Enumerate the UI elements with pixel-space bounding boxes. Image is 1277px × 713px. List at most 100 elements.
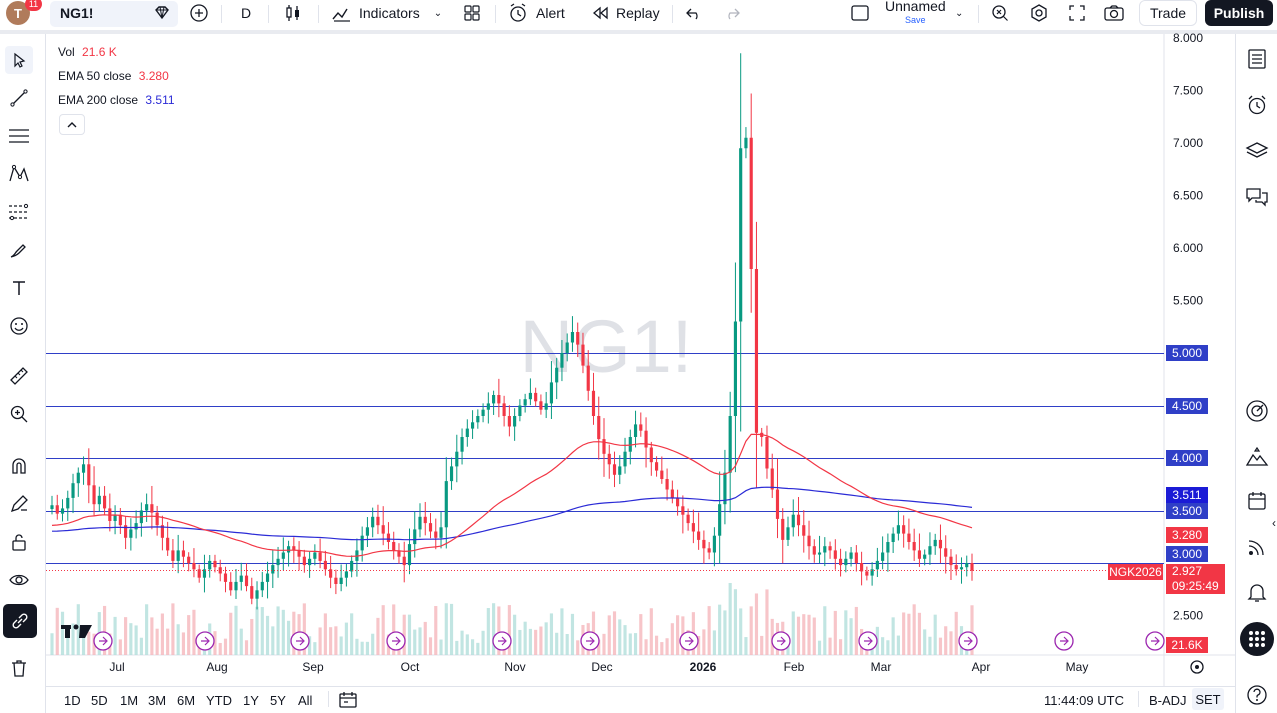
link-icon[interactable] [3,604,37,638]
time-axis-label: 2026 [690,660,717,674]
volume-bar [271,626,275,655]
candle-body [118,514,122,526]
zoom-in-icon[interactable] [5,400,33,428]
range-1m[interactable]: 1M [120,693,138,708]
magnet-icon[interactable] [5,452,33,480]
emoji-icon[interactable] [5,312,33,340]
help-icon[interactable] [1242,680,1272,710]
volume-bar [418,627,422,655]
candle-body [192,563,196,570]
clock-time[interactable]: 11:44:09 UTC [1044,693,1124,708]
cursor-icon[interactable] [5,46,33,74]
candle-body [171,550,175,561]
volume-bar [486,608,490,655]
range-6m[interactable]: 6M [177,693,195,708]
range-1y[interactable]: 1Y [243,693,259,708]
bar-countdown: 09:25:49 [1172,579,1219,593]
bottom-bar: 1D 5D 1M 3M 6M YTD 1Y 5Y All 11:44:09 UT… [46,686,1235,713]
watchlist-icon[interactable] [1242,44,1272,74]
volume-bar [539,626,543,655]
date-range-icon[interactable] [338,691,358,712]
trend-line-icon[interactable] [5,84,33,112]
volume-bar [365,641,370,655]
candle-body [402,556,406,566]
brush-icon[interactable] [5,236,33,264]
ruler-icon[interactable] [5,362,33,390]
candle-body [849,552,853,559]
candle-body [323,560,327,570]
volume-bar [350,613,354,655]
volume-bar [523,621,527,655]
candle-body [339,577,343,584]
candle-body [223,573,228,582]
candle-body [481,409,485,416]
candle-body [686,514,690,524]
candle-body [649,447,653,463]
range-5d[interactable]: 5D [91,693,108,708]
candle-body [865,571,869,576]
candle-body [654,462,659,471]
candle-body [938,539,943,549]
volume-bar [60,611,65,655]
bell-icon[interactable] [1242,577,1272,607]
volume-bar [155,628,159,655]
candle-body [786,527,790,540]
volume-bar [570,613,575,655]
target-icon[interactable] [1242,396,1272,426]
range-3m[interactable]: 3M [148,693,166,708]
volume-bar [618,619,622,655]
chart-area[interactable]: NG1! 8.000 7.500 7.000 6.500 6.000 5.500 2.500… [0,0,1235,686]
candle-body [944,548,948,557]
candle-body [528,392,532,400]
volume-bar [896,635,900,655]
candle-body [350,560,354,572]
volume-bar [607,615,611,655]
volume-bar [434,606,438,655]
range-all[interactable]: All [298,693,312,708]
candle-body [796,514,801,526]
pattern-icon[interactable] [5,160,33,188]
candle-body [497,395,501,404]
ema200-legend[interactable]: EMA 200 close 3.511 [58,93,175,107]
trash-icon[interactable] [5,654,33,682]
volume-legend[interactable]: Vol 21.6 K [58,45,117,59]
text-icon[interactable] [5,274,33,302]
candle-body [444,481,448,528]
broadcast-icon[interactable] [1242,532,1272,562]
volume-bar [812,617,816,655]
volume-bar [518,629,522,655]
collapse-legend-button[interactable] [59,114,85,135]
layers-icon[interactable] [1242,136,1272,166]
candle-body [134,523,138,530]
chevron-left-icon[interactable]: ‹ [1272,516,1276,530]
chat-icon[interactable] [1242,182,1272,212]
horizontal-lines-icon[interactable] [5,122,33,150]
session-toggle[interactable]: SET [1192,688,1224,710]
apps-grid-icon[interactable] [1240,622,1274,656]
fib-icon[interactable] [5,198,33,226]
range-ytd[interactable]: YTD [206,693,232,708]
ema200-legend-value: 3.511 [145,93,175,107]
ideas-icon[interactable] [1242,442,1272,472]
candle-body [244,575,249,587]
candle-body [691,523,695,532]
candle-body [92,485,96,505]
draw-mode-icon[interactable] [5,490,33,518]
candle-body [166,537,170,551]
volume-bar [428,637,433,655]
alarm-clock-icon[interactable] [1242,90,1272,120]
volume-bar [281,609,285,655]
volume-bar [160,613,164,655]
candle-body [823,546,827,553]
ema50-legend[interactable]: EMA 50 close 3.280 [58,69,169,83]
candle-body [923,554,927,559]
candle-body [344,571,348,578]
b-adj-toggle[interactable]: B-ADJ [1149,693,1187,708]
range-5y[interactable]: 5Y [270,693,286,708]
eye-icon[interactable] [5,566,33,594]
volume-bar [902,612,906,655]
range-1d[interactable]: 1D [64,693,81,708]
lock-icon[interactable] [5,528,33,556]
candle-body [250,586,254,599]
calendar-icon[interactable] [1242,486,1272,516]
